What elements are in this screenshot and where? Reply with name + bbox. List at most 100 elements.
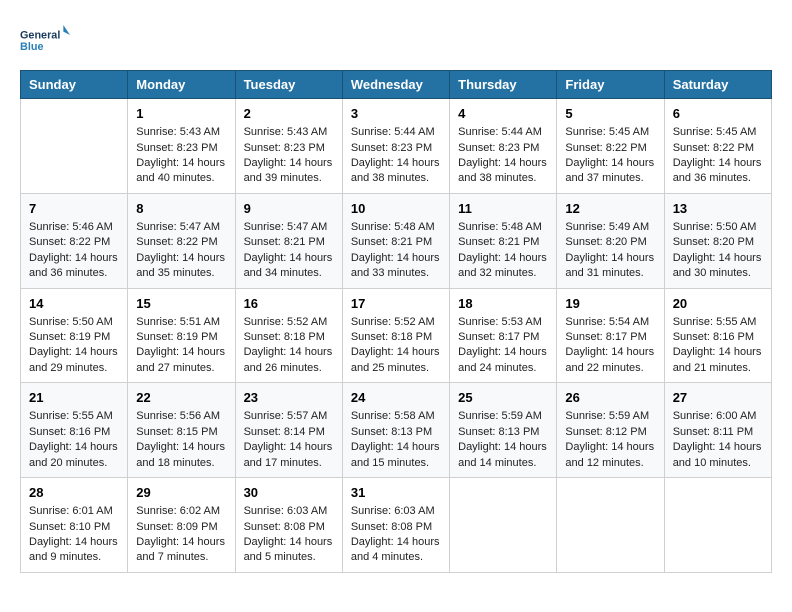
calendar-cell (557, 478, 664, 573)
day-info: Daylight: 14 hours (565, 156, 655, 171)
day-info: and 24 minutes. (458, 361, 548, 376)
day-info: Daylight: 14 hours (244, 251, 334, 266)
day-info: Sunrise: 5:46 AM (29, 220, 119, 235)
calendar-cell: 15Sunrise: 5:51 AMSunset: 8:19 PMDayligh… (128, 288, 235, 383)
calendar-cell: 30Sunrise: 6:03 AMSunset: 8:08 PMDayligh… (235, 478, 342, 573)
day-number: 31 (351, 484, 441, 502)
day-info: Sunset: 8:20 PM (565, 235, 655, 250)
svg-text:Blue: Blue (20, 41, 43, 53)
day-number: 11 (458, 200, 548, 218)
day-info: Daylight: 14 hours (565, 345, 655, 360)
calendar-cell: 5Sunrise: 5:45 AMSunset: 8:22 PMDaylight… (557, 99, 664, 194)
day-info: Sunrise: 5:55 AM (29, 409, 119, 424)
day-number: 22 (136, 389, 226, 407)
day-info: Daylight: 14 hours (136, 251, 226, 266)
week-row-5: 28Sunrise: 6:01 AMSunset: 8:10 PMDayligh… (21, 478, 772, 573)
day-info: Daylight: 14 hours (29, 440, 119, 455)
calendar-cell: 9Sunrise: 5:47 AMSunset: 8:21 PMDaylight… (235, 193, 342, 288)
day-info: Sunset: 8:23 PM (458, 141, 548, 156)
day-info: Sunrise: 5:58 AM (351, 409, 441, 424)
day-info: and 35 minutes. (136, 266, 226, 281)
day-info: and 20 minutes. (29, 456, 119, 471)
day-info: Daylight: 14 hours (565, 251, 655, 266)
day-info: Daylight: 14 hours (458, 440, 548, 455)
day-info: Sunrise: 6:00 AM (673, 409, 763, 424)
day-header-saturday: Saturday (664, 71, 771, 99)
day-info: Sunset: 8:11 PM (673, 425, 763, 440)
calendar-cell: 24Sunrise: 5:58 AMSunset: 8:13 PMDayligh… (342, 383, 449, 478)
day-info: Sunrise: 5:55 AM (673, 315, 763, 330)
day-info: Sunset: 8:14 PM (244, 425, 334, 440)
day-info: Sunrise: 5:45 AM (565, 125, 655, 140)
day-number: 30 (244, 484, 334, 502)
calendar-cell: 8Sunrise: 5:47 AMSunset: 8:22 PMDaylight… (128, 193, 235, 288)
calendar-cell: 4Sunrise: 5:44 AMSunset: 8:23 PMDaylight… (450, 99, 557, 194)
day-info: Sunset: 8:08 PM (351, 520, 441, 535)
day-info: Daylight: 14 hours (351, 535, 441, 550)
calendar-cell: 2Sunrise: 5:43 AMSunset: 8:23 PMDaylight… (235, 99, 342, 194)
day-number: 25 (458, 389, 548, 407)
day-info: Sunset: 8:21 PM (244, 235, 334, 250)
day-number: 16 (244, 295, 334, 313)
day-info: and 9 minutes. (29, 550, 119, 565)
day-number: 15 (136, 295, 226, 313)
day-info: Daylight: 14 hours (351, 251, 441, 266)
day-info: Sunrise: 5:45 AM (673, 125, 763, 140)
calendar-cell (664, 478, 771, 573)
day-info: Sunrise: 5:47 AM (136, 220, 226, 235)
day-info: and 29 minutes. (29, 361, 119, 376)
calendar-body: 1Sunrise: 5:43 AMSunset: 8:23 PMDaylight… (21, 99, 772, 573)
day-info: Sunset: 8:08 PM (244, 520, 334, 535)
day-info: and 21 minutes. (673, 361, 763, 376)
day-info: Daylight: 14 hours (136, 440, 226, 455)
day-info: Sunset: 8:15 PM (136, 425, 226, 440)
calendar-cell: 16Sunrise: 5:52 AMSunset: 8:18 PMDayligh… (235, 288, 342, 383)
day-header-tuesday: Tuesday (235, 71, 342, 99)
day-info: Sunrise: 5:52 AM (351, 315, 441, 330)
day-info: Daylight: 14 hours (458, 251, 548, 266)
day-info: Sunset: 8:21 PM (351, 235, 441, 250)
day-info: Sunset: 8:20 PM (673, 235, 763, 250)
day-number: 13 (673, 200, 763, 218)
day-info: Sunrise: 5:48 AM (458, 220, 548, 235)
day-info: and 22 minutes. (565, 361, 655, 376)
day-number: 26 (565, 389, 655, 407)
day-number: 20 (673, 295, 763, 313)
day-number: 18 (458, 295, 548, 313)
day-info: and 32 minutes. (458, 266, 548, 281)
day-info: Sunrise: 5:49 AM (565, 220, 655, 235)
day-number: 17 (351, 295, 441, 313)
day-info: and 31 minutes. (565, 266, 655, 281)
day-info: Sunrise: 5:47 AM (244, 220, 334, 235)
day-info: Sunset: 8:17 PM (458, 330, 548, 345)
day-info: Sunrise: 5:52 AM (244, 315, 334, 330)
day-info: Sunset: 8:19 PM (29, 330, 119, 345)
day-number: 4 (458, 105, 548, 123)
day-number: 10 (351, 200, 441, 218)
logo-svg: General Blue (20, 20, 70, 60)
day-info: Sunset: 8:16 PM (29, 425, 119, 440)
day-info: Sunset: 8:19 PM (136, 330, 226, 345)
day-info: and 39 minutes. (244, 171, 334, 186)
day-info: Sunset: 8:16 PM (673, 330, 763, 345)
day-info: Sunset: 8:23 PM (351, 141, 441, 156)
day-info: Sunset: 8:10 PM (29, 520, 119, 535)
day-number: 14 (29, 295, 119, 313)
day-info: Sunset: 8:13 PM (458, 425, 548, 440)
svg-text:General: General (20, 29, 60, 41)
calendar-cell: 22Sunrise: 5:56 AMSunset: 8:15 PMDayligh… (128, 383, 235, 478)
day-info: Sunset: 8:09 PM (136, 520, 226, 535)
day-header-wednesday: Wednesday (342, 71, 449, 99)
day-number: 19 (565, 295, 655, 313)
day-info: and 25 minutes. (351, 361, 441, 376)
day-number: 6 (673, 105, 763, 123)
day-info: and 5 minutes. (244, 550, 334, 565)
day-info: Sunrise: 5:43 AM (244, 125, 334, 140)
page-header: General Blue (20, 20, 772, 60)
day-info: Daylight: 14 hours (136, 535, 226, 550)
day-info: Sunrise: 6:03 AM (244, 504, 334, 519)
day-info: and 36 minutes. (29, 266, 119, 281)
calendar-cell: 1Sunrise: 5:43 AMSunset: 8:23 PMDaylight… (128, 99, 235, 194)
day-info: and 34 minutes. (244, 266, 334, 281)
day-number: 8 (136, 200, 226, 218)
